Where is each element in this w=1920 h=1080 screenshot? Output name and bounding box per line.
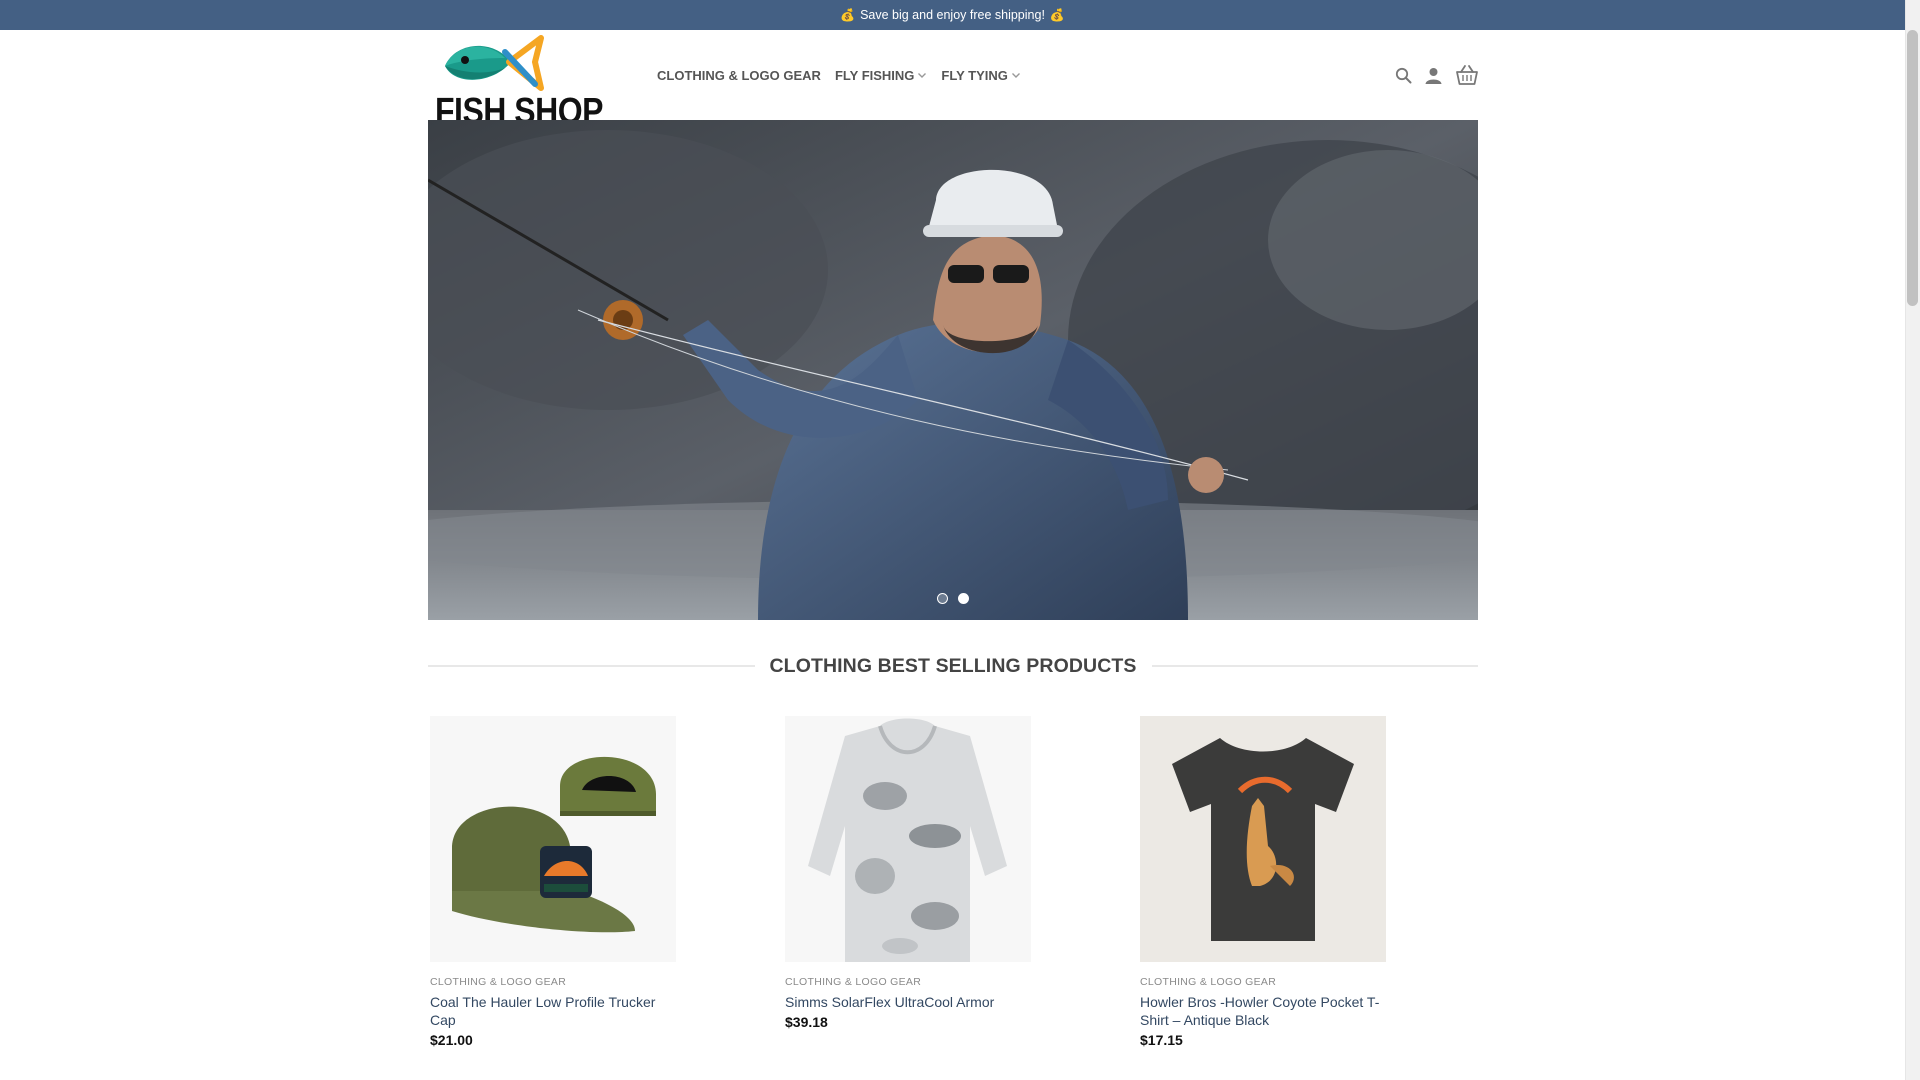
nav-label: FLY TYING	[941, 67, 1008, 83]
hero-slider[interactable]	[428, 120, 1478, 620]
money-bag-icon: 💰	[840, 8, 856, 22]
section-heading: CLOTHING BEST SELLING PRODUCTS	[428, 652, 1479, 680]
nav-label: FLY FISHING	[834, 67, 915, 83]
product-category: CLOTHING & LOGO GEAR	[785, 976, 922, 988]
product-price: $21.00	[430, 1032, 473, 1048]
product-name[interactable]: Coal The Hauler Low Profile Trucker Cap	[430, 993, 670, 1029]
divider	[428, 665, 755, 667]
product-image-trucker-cap[interactable]	[430, 716, 676, 962]
promo-bar: 💰 Save big and enjoy free shipping! 💰	[0, 0, 1905, 30]
divider	[1151, 665, 1479, 667]
page-scrollbar[interactable]	[1905, 0, 1920, 1080]
chevron-down-icon	[1011, 73, 1020, 78]
nav-clothing-logo-gear[interactable]: CLOTHING & LOGO GEAR	[657, 68, 821, 83]
product-image-solarflex-armor[interactable]	[785, 716, 1031, 962]
main-nav: CLOTHING & LOGO GEAR FLY FISHING FLY TYI…	[657, 30, 1035, 120]
product-grid: CLOTHING & LOGO GEAR Coal The Hauler Low…	[430, 716, 1480, 1056]
scrollbar-thumb[interactable]	[1907, 30, 1918, 306]
section-title: CLOTHING BEST SELLING PRODUCTS	[769, 654, 1137, 677]
nav-label: CLOTHING & LOGO GEAR	[657, 67, 821, 83]
header-icons	[1383, 30, 1479, 120]
nav-fly-tying[interactable]: FLY TYING	[941, 68, 1020, 83]
product-name[interactable]: Simms SolarFlex UltraCool Armor	[785, 993, 1025, 1011]
basket-icon[interactable]	[1455, 64, 1479, 86]
product-image-howler-tshirt[interactable]	[1140, 716, 1386, 962]
hero-image-fly-fisherman	[428, 120, 1478, 620]
product-card: CLOTHING & LOGO GEAR Simms SolarFlex Ult…	[785, 716, 1035, 1030]
product-category: CLOTHING & LOGO GEAR	[1140, 976, 1277, 988]
chevron-down-icon	[918, 73, 927, 78]
account-icon[interactable]	[1424, 66, 1443, 85]
product-card: CLOTHING & LOGO GEAR Coal The Hauler Low…	[430, 716, 680, 1048]
product-category: CLOTHING & LOGO GEAR	[430, 976, 567, 988]
slider-dot-1[interactable]	[937, 593, 948, 604]
site-header: FISH SHOP CLOTHING & LOGO GEAR FLY FISHI…	[427, 30, 1479, 131]
site-logo[interactable]: FISH SHOP	[431, 32, 603, 131]
promo-text: Save big and enjoy free shipping!	[860, 8, 1045, 22]
slider-dot-2[interactable]	[958, 593, 969, 604]
money-bag-icon: 💰	[1049, 8, 1065, 22]
fish-logo-icon	[445, 35, 544, 91]
slider-dots	[428, 593, 1478, 604]
product-price: $39.18	[785, 1014, 828, 1030]
product-name[interactable]: Howler Bros -Howler Coyote Pocket T-Shir…	[1140, 993, 1380, 1029]
search-icon[interactable]	[1395, 67, 1412, 84]
product-card: CLOTHING & LOGO GEAR Howler Bros -Howler…	[1140, 716, 1390, 1048]
product-price: $17.15	[1140, 1032, 1183, 1048]
nav-fly-fishing[interactable]: FLY FISHING	[835, 68, 927, 83]
